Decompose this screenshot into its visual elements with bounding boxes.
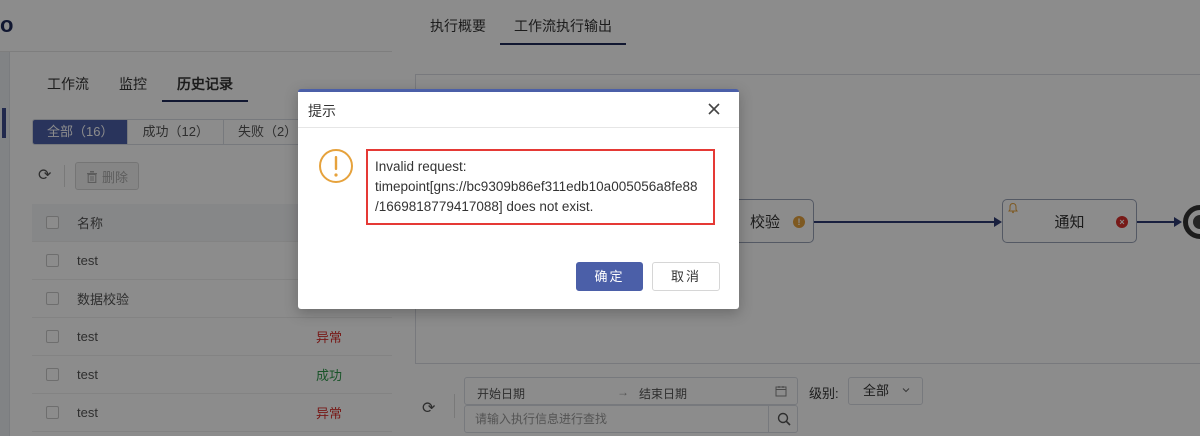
close-icon[interactable] [705,100,723,118]
cancel-button[interactable]: 取消 [652,262,720,291]
dialog-header: 提示 [298,92,739,128]
message-line: Invalid request: [375,159,467,174]
message-line: timepoint[gns://bc9309b86ef311edb10a0050… [375,179,698,194]
message-line: /1669818779417088] does not exist. [375,199,594,214]
dialog-title: 提示 [308,103,336,119]
warning-icon [319,149,353,183]
confirm-button[interactable]: 确定 [576,262,643,291]
alert-dialog: 提示 Invalid request: timepoint[gns://bc93… [298,89,739,309]
error-message: Invalid request: timepoint[gns://bc9309b… [366,149,715,225]
